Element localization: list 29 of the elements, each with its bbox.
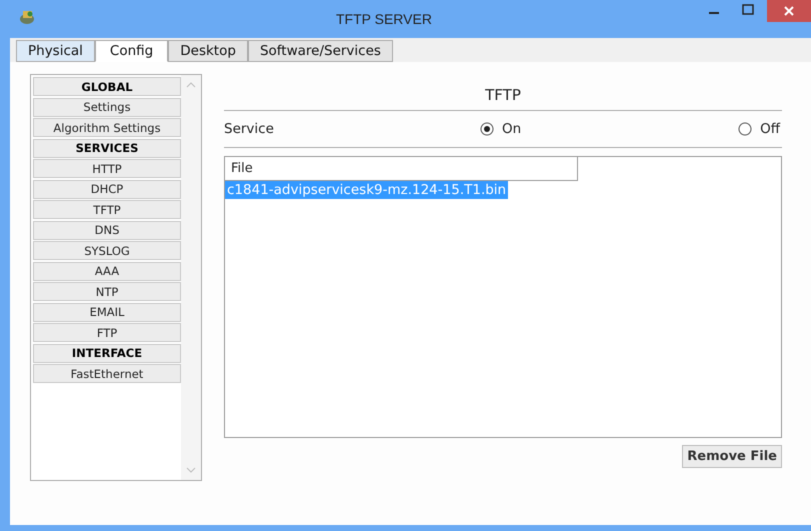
sidebar-item[interactable]: FastEthernet xyxy=(33,364,181,383)
sidebar-item[interactable]: Algorithm Settings xyxy=(33,118,181,137)
sidebar-header[interactable]: GLOBAL xyxy=(33,77,181,96)
sidebar-item[interactable]: EMAIL xyxy=(33,302,181,322)
close-icon[interactable] xyxy=(767,0,811,22)
sidebar-item[interactable]: DNS xyxy=(33,220,181,240)
sidebar-item[interactable]: DHCP xyxy=(33,180,181,198)
tab[interactable]: Physical xyxy=(16,40,95,62)
remove-file-button[interactable]: Remove File xyxy=(682,445,782,468)
sidebar-item[interactable]: HTTP xyxy=(33,159,181,178)
radio-icon[interactable] xyxy=(738,122,752,136)
radio-option[interactable]: On xyxy=(480,121,522,137)
tab[interactable]: Software/Services xyxy=(248,40,393,62)
sidebar-item[interactable]: TFTP xyxy=(33,200,181,219)
sidebar-item[interactable]: Settings xyxy=(33,98,181,116)
app-icon xyxy=(18,9,36,25)
window-title: TFTP SERVER xyxy=(336,11,432,27)
sidebar-item[interactable]: SYSLOG xyxy=(33,241,181,260)
sidebar-header[interactable]: INTERFACE xyxy=(33,344,181,362)
section-title: TFTP xyxy=(224,74,782,111)
tab[interactable]: Desktop xyxy=(168,40,248,62)
sidebar-item[interactable]: AAA xyxy=(33,262,181,280)
sidebar-item[interactable]: FTP xyxy=(33,323,181,342)
service-label: Service xyxy=(224,121,275,137)
radio-option[interactable]: Off xyxy=(738,121,780,137)
tab[interactable]: Config xyxy=(94,40,168,62)
sidebar-header[interactable]: SERVICES xyxy=(33,138,181,158)
sidebar-item[interactable]: NTP xyxy=(33,282,181,301)
radio-icon[interactable] xyxy=(480,122,494,136)
